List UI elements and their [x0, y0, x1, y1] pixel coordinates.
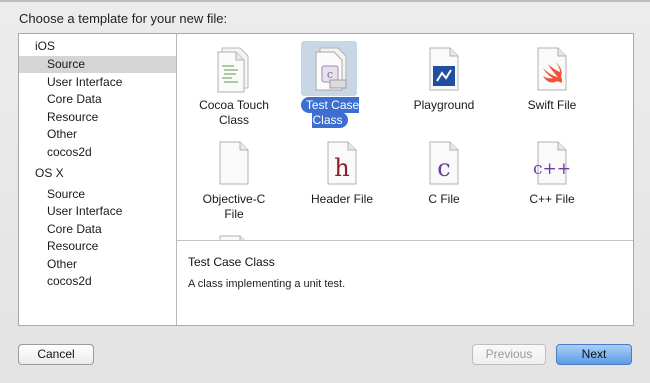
template-partial-tile[interactable]: [186, 226, 282, 240]
svg-text:c: c: [437, 154, 450, 182]
template-label: C++ File: [529, 192, 575, 206]
sidebar-group-osx[interactable]: OS X: [19, 165, 176, 182]
template-cocoa-touch-class[interactable]: Cocoa Touch Class: [186, 38, 282, 138]
template-objective-c-file[interactable]: Objective-C File: [186, 132, 282, 232]
template-label: Header File: [310, 192, 374, 206]
sidebar-item-ios-resource[interactable]: Resource: [19, 109, 176, 126]
sheet-top-edge: [0, 0, 650, 2]
svg-text:h: h: [334, 154, 349, 182]
header-file-icon: h: [327, 141, 357, 185]
template-playground[interactable]: Playground: [396, 38, 492, 138]
sidebar-item-ios-core-data[interactable]: Core Data: [19, 91, 176, 108]
sidebar-item-osx-source[interactable]: Source: [19, 186, 176, 203]
cancel-button[interactable]: Cancel: [18, 344, 94, 365]
sidebar-item-osx-cocos2d[interactable]: cocos2d: [19, 273, 176, 290]
sidebar-item-osx-other[interactable]: Other: [19, 256, 176, 273]
sidebar-item-osx-resource[interactable]: Resource: [19, 238, 176, 255]
sidebar-group-ios[interactable]: iOS: [19, 38, 176, 55]
cocoa-touch-class-icon: [217, 47, 249, 93]
template-grid: Cocoa Touch Class c Test Case Class Play…: [177, 34, 633, 241]
swift-file-icon: [537, 47, 567, 91]
template-c-file[interactable]: c C File: [396, 132, 492, 232]
template-label: Objective-C File: [202, 192, 266, 221]
template-label: C File: [428, 192, 460, 206]
sidebar-item-ios-other[interactable]: Other: [19, 126, 176, 143]
template-test-case-class[interactable]: c Test Case Class: [282, 38, 378, 138]
test-case-class-icon: c: [315, 47, 347, 91]
template-label: Test Case Class: [282, 97, 378, 128]
file-icon: [219, 235, 245, 240]
next-button[interactable]: Next: [556, 344, 632, 365]
svg-text:c++: c++: [533, 159, 571, 179]
cpp-file-icon: c++: [533, 141, 571, 185]
template-label: Swift File: [527, 98, 577, 112]
playground-icon: [429, 47, 459, 91]
previous-button[interactable]: Previous: [472, 344, 546, 365]
category-sidebar: iOS Source User Interface Core Data Reso…: [19, 34, 177, 325]
description-title: Test Case Class: [188, 255, 275, 269]
template-label: Playground: [413, 98, 475, 112]
svg-text:c: c: [327, 68, 333, 81]
template-header-file[interactable]: h Header File: [294, 132, 390, 232]
template-chooser: iOS Source User Interface Core Data Reso…: [18, 33, 634, 326]
template-description-panel: Test Case Class A class implementing a u…: [177, 241, 633, 325]
dialog-prompt: Choose a template for your new file:: [19, 11, 228, 26]
objective-c-file-icon: [219, 141, 249, 185]
sidebar-item-ios-cocos2d[interactable]: cocos2d: [19, 144, 176, 161]
c-file-icon: c: [429, 141, 459, 185]
sidebar-item-ios-user-interface[interactable]: User Interface: [19, 74, 176, 91]
new-file-template-sheet: Choose a template for your new file: iOS…: [0, 0, 650, 383]
sidebar-item-osx-core-data[interactable]: Core Data: [19, 221, 176, 238]
template-swift-file[interactable]: Swift File: [504, 38, 600, 138]
selected-template-label: Test Case Class: [300, 97, 360, 128]
template-label: Cocoa Touch Class: [199, 98, 269, 127]
description-text: A class implementing a unit test.: [188, 278, 346, 290]
sidebar-item-ios-source[interactable]: Source: [19, 56, 176, 73]
template-cpp-file[interactable]: c++ C++ File: [504, 132, 600, 232]
sidebar-item-osx-user-interface[interactable]: User Interface: [19, 203, 176, 220]
